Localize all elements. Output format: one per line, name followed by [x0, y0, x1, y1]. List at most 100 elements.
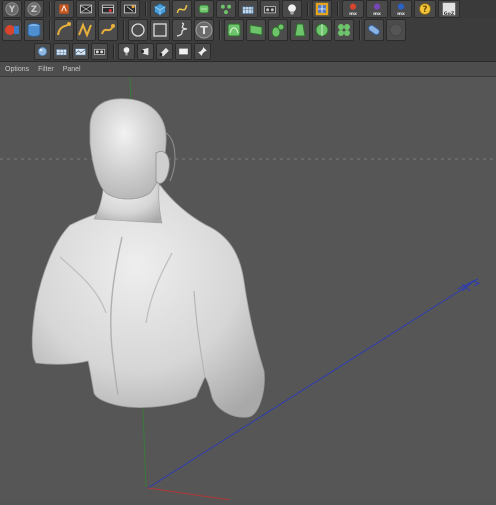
toolbar-separator	[219, 20, 221, 40]
layout-icon	[315, 2, 329, 16]
array-button[interactable]	[216, 0, 236, 18]
stereo-camera-button[interactable]	[91, 43, 108, 60]
render-picture-viewer-icon	[102, 4, 114, 14]
landscape-button[interactable]	[72, 43, 89, 60]
menu-options[interactable]: Options	[5, 66, 29, 73]
mograph-fracture-icon-label: mx	[397, 12, 405, 16]
mograph-cloner-icon-label: mx	[349, 12, 357, 16]
toolbar-separator	[49, 20, 51, 40]
3d-viewport[interactable]	[0, 76, 496, 501]
circle-spline-button[interactable]	[128, 19, 148, 41]
stereo-camera-icon	[94, 48, 105, 55]
light-bulb-button[interactable]	[282, 0, 302, 18]
plane-primitive-icon	[56, 48, 67, 56]
goz-icon: GoZ	[442, 2, 456, 16]
camera-button[interactable]	[260, 0, 280, 18]
area-light-icon	[159, 47, 169, 57]
text-spline-icon-glyph: T	[200, 24, 208, 37]
light-button[interactable]	[118, 43, 135, 60]
area-light-button[interactable]	[156, 43, 173, 60]
sphere-deformer-button[interactable]	[312, 19, 332, 41]
mograph-fracture-icon: mx	[397, 3, 405, 16]
mograph-effector-icon-label: mx	[373, 12, 381, 16]
text-spline-button[interactable]: T	[194, 19, 214, 41]
circle-spline-icon	[131, 23, 145, 37]
mograph-effector-button[interactable]: mx	[366, 0, 388, 18]
goz-button[interactable]: GoZ	[438, 0, 460, 18]
taper-deformer-icon	[294, 23, 306, 37]
menu-filter[interactable]: Filter	[38, 66, 54, 73]
axis-y-lock-button[interactable]: Y	[2, 0, 22, 18]
axis-z-lock-icon-glyph: Z	[31, 5, 37, 15]
bulge-deformer-button[interactable]	[268, 19, 288, 41]
render-picture-viewer-button[interactable]	[98, 0, 118, 18]
live-selection-icon	[57, 22, 71, 36]
cylinder-icon	[27, 23, 41, 37]
move-tool-button[interactable]	[76, 19, 96, 41]
explosion-deformer-button[interactable]	[334, 19, 354, 41]
landscape-icon	[75, 48, 86, 56]
mograph-cloner-button[interactable]: mx	[342, 0, 364, 18]
cube-primitive-button[interactable]	[150, 0, 170, 18]
axis-z-lock-button[interactable]: Z	[24, 0, 44, 18]
toolbar-separator	[123, 20, 125, 40]
world-coordinates-button[interactable]	[54, 0, 74, 18]
select-object-button[interactable]	[2, 19, 22, 41]
camera-icon	[264, 6, 276, 14]
layout-button[interactable]	[312, 0, 332, 18]
light-bulb-icon	[288, 4, 296, 15]
capsule-icon	[368, 24, 380, 36]
sphere-deformer-icon	[315, 23, 329, 37]
axis-z-lock-icon: Z	[27, 2, 41, 16]
floor-grid-button[interactable]	[238, 0, 258, 18]
sphere-primitive-button[interactable]	[34, 43, 51, 60]
twist-deformer-button[interactable]	[246, 19, 266, 41]
scale-tool-button[interactable]	[98, 19, 118, 41]
render-settings-icon	[124, 4, 136, 14]
helix-spline-icon	[176, 22, 188, 37]
pin-icon	[198, 47, 207, 56]
taper-deformer-button[interactable]	[290, 19, 310, 41]
axis-y-lock-icon: Y	[5, 2, 19, 16]
capsule-button[interactable]	[364, 19, 384, 41]
sphere-primitive-icon	[37, 46, 48, 57]
render-view-button[interactable]	[76, 0, 96, 18]
mograph-cloner-icon: mx	[349, 3, 357, 16]
bend-deformer-icon	[227, 23, 241, 37]
goz-icon-label: GoZ	[444, 11, 455, 16]
disabled-tool-icon	[389, 23, 403, 37]
light-icon	[123, 47, 130, 56]
help-button[interactable]: ?	[414, 0, 436, 18]
viewport-menubar: Options Filter Panel	[0, 62, 496, 77]
rectangle-spline-button[interactable]	[150, 19, 170, 41]
toolbar-separator	[145, 2, 147, 16]
pin-button[interactable]	[194, 43, 211, 60]
live-selection-button[interactable]	[54, 19, 74, 41]
background-button[interactable]	[175, 43, 192, 60]
spot-light-button[interactable]	[137, 43, 154, 60]
cylinder-button[interactable]	[24, 19, 44, 41]
menu-panel[interactable]: Panel	[63, 66, 81, 73]
mograph-fracture-button[interactable]: mx	[390, 0, 412, 18]
rectangle-spline-icon	[153, 23, 167, 37]
background-icon	[179, 48, 188, 55]
disabled-tool-button[interactable]	[386, 19, 406, 41]
sculpted-torso-model[interactable]	[31, 98, 265, 418]
twist-deformer-icon	[249, 24, 263, 36]
bend-deformer-button[interactable]	[224, 19, 244, 41]
x-axis-label	[457, 278, 481, 292]
move-tool-icon	[78, 22, 92, 38]
toolbar-separator	[49, 2, 51, 16]
explosion-deformer-icon	[338, 24, 350, 36]
viewport-canvas[interactable]	[0, 76, 496, 501]
help-icon: ?	[419, 3, 431, 15]
plane-primitive-button[interactable]	[53, 43, 70, 60]
subdivision-surface-button[interactable]	[194, 0, 214, 18]
spline-pen-icon	[176, 4, 188, 14]
z-axis-line	[147, 487, 231, 501]
spline-pen-button[interactable]	[172, 0, 192, 18]
render-settings-button[interactable]	[120, 0, 140, 18]
text-spline-icon: T	[195, 21, 213, 39]
helix-spline-button[interactable]	[172, 19, 192, 41]
main-toolbar-row-1: Y Zmx mx mx? GoZ	[0, 0, 496, 18]
